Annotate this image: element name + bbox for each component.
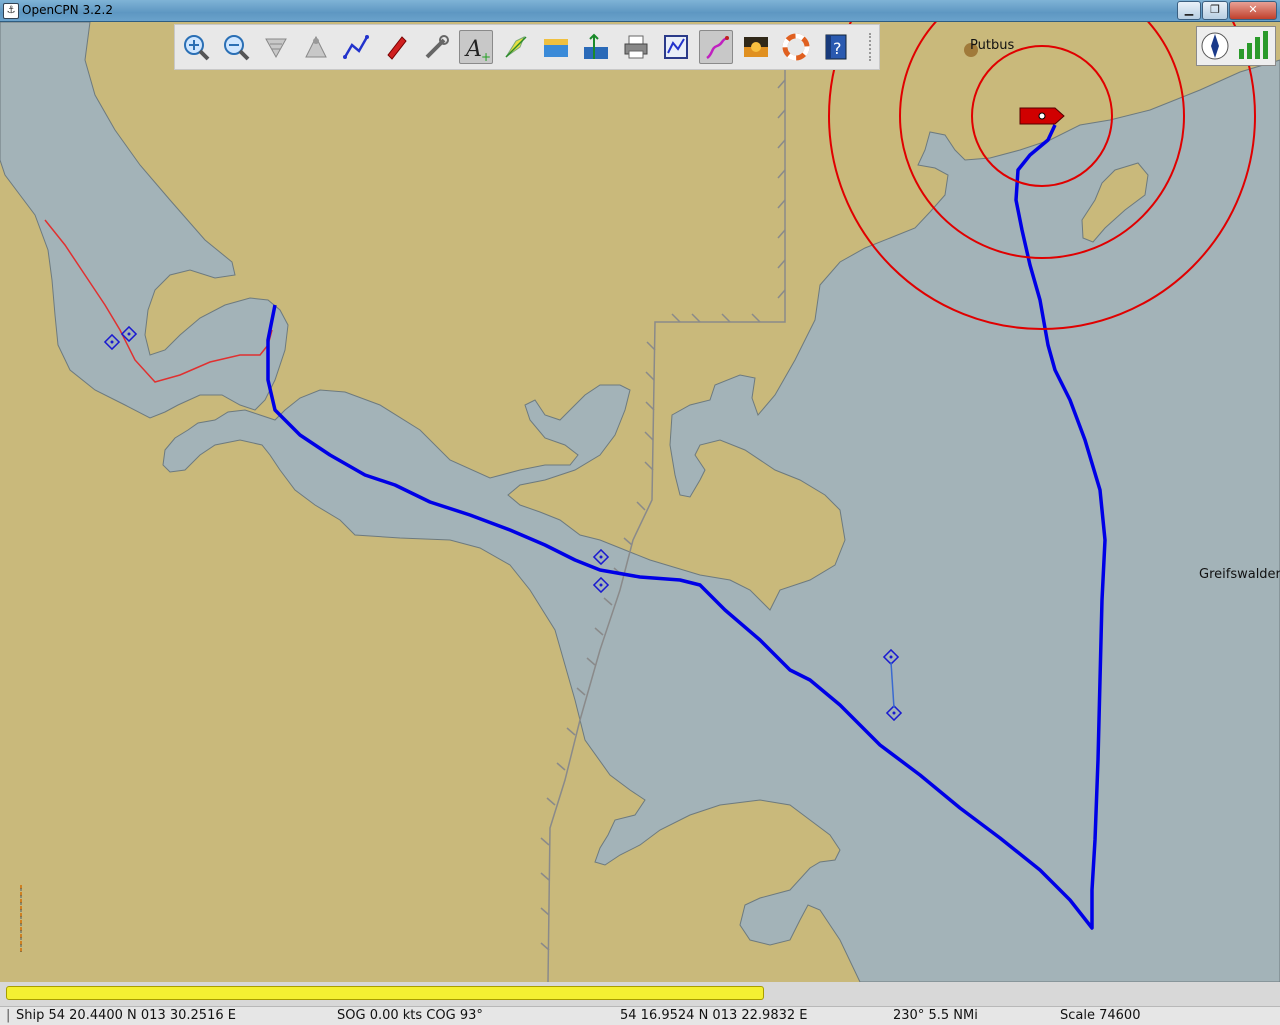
- settings-icon: [425, 35, 449, 59]
- svg-text:+: +: [481, 50, 491, 62]
- color-scheme-button[interactable]: [739, 30, 773, 64]
- status-scale: Scale 74600: [1060, 1008, 1141, 1023]
- app-icon: ⚓: [3, 3, 19, 19]
- toolbar-grip[interactable]: [869, 33, 875, 61]
- mob-button[interactable]: [779, 30, 813, 64]
- help-icon: ?: [825, 34, 847, 60]
- mob-icon: [782, 33, 810, 61]
- title-bar: ⚓ OpenCPN 3.2.2 ▁ ❐ ✕: [0, 0, 1280, 22]
- ownship-icon[interactable]: [1019, 107, 1065, 125]
- quilt-up-icon: [305, 35, 327, 58]
- gps-signal-icon: [1239, 31, 1268, 59]
- compass-widget[interactable]: [1196, 26, 1276, 66]
- svg-text:A: A: [464, 37, 482, 62]
- place-label-putbus: Putbus: [970, 38, 1014, 53]
- text-toggle-icon: A +: [464, 37, 491, 62]
- tide-button[interactable]: [539, 30, 573, 64]
- route-manager-icon: [664, 35, 688, 59]
- quilt-down-button[interactable]: [259, 30, 293, 64]
- current-button[interactable]: [499, 30, 533, 64]
- main-toolbar: A + ?: [174, 24, 880, 70]
- quilt-up-button[interactable]: [299, 30, 333, 64]
- current-icon: [505, 35, 527, 58]
- status-divider: |: [6, 1008, 11, 1023]
- status-bearing-distance: 230° 5.5 NMi: [893, 1008, 978, 1023]
- print-icon: [624, 35, 648, 59]
- window-title: OpenCPN 3.2.2: [22, 3, 113, 17]
- close-button[interactable]: ✕: [1229, 1, 1277, 20]
- place-label-greifswalder: Greifswalder: [1199, 567, 1280, 582]
- zoom-out-button[interactable]: [219, 30, 253, 64]
- track-icon: [706, 36, 729, 60]
- status-ship-position: Ship 54 20.4400 N 013 30.2516 E: [16, 1008, 236, 1023]
- progress-area: [0, 982, 1280, 1006]
- progress-bar: [6, 986, 1270, 1000]
- follow-ship-icon: [387, 36, 407, 60]
- tide-icon: [544, 39, 568, 57]
- status-bar: | Ship 54 20.4400 N 013 30.2516 E SOG 0.…: [0, 1006, 1280, 1025]
- print-button[interactable]: [619, 30, 653, 64]
- status-sog-cog: SOG 0.00 kts COG 93°: [337, 1008, 483, 1023]
- quilt-down-icon: [265, 38, 287, 59]
- route-manager-button[interactable]: [659, 30, 693, 64]
- route-icon: [343, 35, 369, 59]
- ais-button[interactable]: [579, 30, 613, 64]
- settings-button[interactable]: [419, 30, 453, 64]
- ais-icon: [584, 33, 608, 59]
- status-cursor-position: 54 16.9524 N 013 22.9832 E: [620, 1008, 808, 1023]
- zoom-in-button[interactable]: [179, 30, 213, 64]
- maximize-button[interactable]: ❐: [1202, 1, 1228, 20]
- minimize-button[interactable]: ▁: [1177, 1, 1201, 20]
- zoom-out-icon: [224, 35, 250, 61]
- route-button[interactable]: [339, 30, 373, 64]
- chart-canvas[interactable]: Putbus Greifswalder: [0, 22, 1280, 982]
- help-button[interactable]: ?: [819, 30, 853, 64]
- text-toggle-button[interactable]: A +: [459, 30, 493, 64]
- svg-text:?: ?: [833, 39, 842, 58]
- follow-ship-button[interactable]: [379, 30, 413, 64]
- zoom-in-icon: [184, 35, 210, 61]
- color-scheme-icon: [744, 37, 768, 57]
- track-button[interactable]: [699, 30, 733, 64]
- progress-fill: [6, 986, 765, 1000]
